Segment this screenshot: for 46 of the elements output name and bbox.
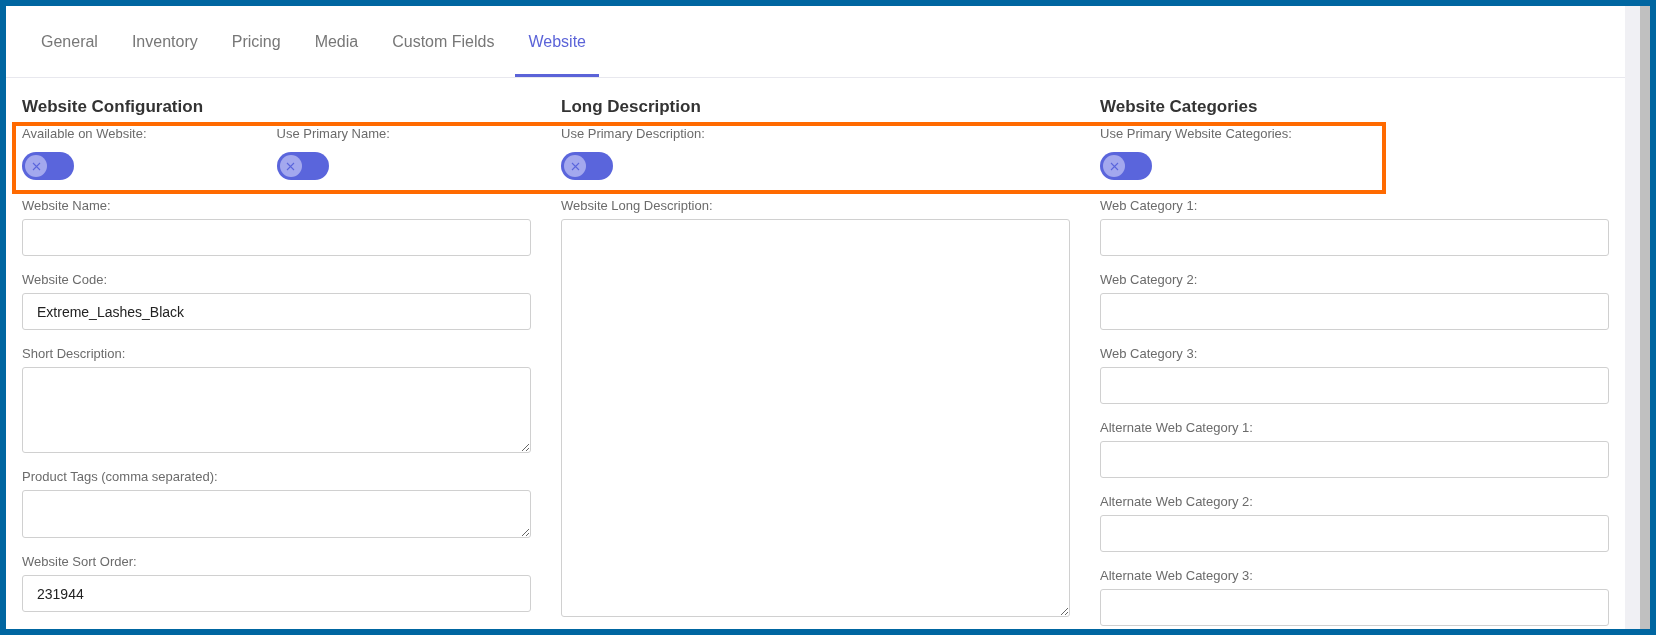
input-field[interactable] [1100, 589, 1609, 626]
field-label: Website Sort Order: [22, 554, 138, 570]
tab[interactable]: Pricing [218, 6, 294, 77]
text-area[interactable] [22, 490, 531, 538]
field-label: Alternate Web Category 2: [1100, 494, 1254, 510]
toggle-switch[interactable] [22, 152, 74, 180]
field-label: Web Category 2: [1100, 272, 1199, 288]
text-area[interactable] [22, 367, 531, 453]
tab[interactable]: Website [515, 6, 599, 77]
tab[interactable]: Inventory [118, 6, 211, 77]
close-icon [286, 161, 295, 171]
tab[interactable]: General [28, 6, 111, 77]
toggle-label: Use Primary Name: [276, 126, 391, 142]
field-label: Website Code: [22, 272, 109, 288]
tab[interactable]: Media [301, 6, 372, 77]
input-field[interactable] [1100, 293, 1609, 330]
field-label: Website Long Description: [561, 198, 714, 214]
input-field[interactable] [1100, 515, 1609, 552]
field-label: Product Tags (comma separated): [22, 469, 219, 485]
close-icon [31, 161, 41, 171]
input-field[interactable] [1100, 367, 1609, 404]
field-label: Web Category 1: [1100, 198, 1199, 214]
input-field[interactable]: Extreme_Lashes_Black [22, 293, 531, 330]
toggle-label: Use Primary Website Categories: [1100, 126, 1293, 142]
field-label: Web Category 3: [1100, 346, 1199, 362]
toggle-switch[interactable] [1100, 152, 1152, 180]
field-label: Alternate Web Category 1: [1100, 420, 1254, 436]
toggle-switch[interactable] [276, 152, 329, 180]
toggle-label: Use Primary Description: [561, 126, 706, 142]
field-label: Alternate Web Category 3: [1100, 568, 1254, 584]
tab[interactable]: Custom Fields [379, 6, 508, 77]
close-icon [1109, 161, 1119, 171]
input-field[interactable] [1100, 441, 1609, 478]
text-area[interactable] [561, 219, 1070, 617]
toggle-label: Available on Website: [22, 126, 148, 142]
input-field[interactable] [22, 219, 531, 256]
toggle-switch[interactable] [561, 152, 613, 180]
section-heading: Website Categories [1100, 96, 1259, 118]
close-icon [570, 161, 580, 171]
input-field[interactable]: 231944 [22, 575, 531, 612]
section-heading: Website Configuration [22, 96, 204, 118]
field-label: Short Description: [22, 346, 127, 362]
scrollbar[interactable] [1625, 6, 1650, 629]
input-field[interactable] [1100, 219, 1609, 256]
field-label: Website Name: [22, 198, 112, 214]
section-heading: Long Description [561, 96, 702, 118]
